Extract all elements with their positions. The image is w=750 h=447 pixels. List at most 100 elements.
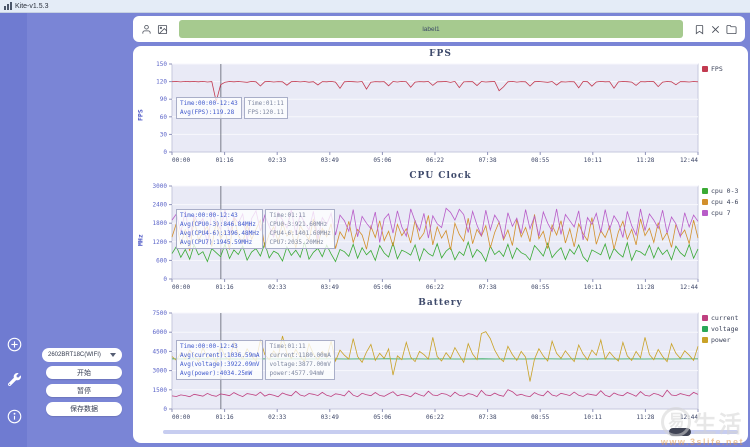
legend-swatch xyxy=(702,66,708,72)
svg-text:03:49: 03:49 xyxy=(321,284,339,291)
chart-tooltips: Time:00:00-12:43Avg(FPS):119.28Time:01:1… xyxy=(176,97,288,119)
pause-button[interactable]: 暂停 xyxy=(46,384,122,397)
screenshot-button[interactable] xyxy=(157,24,168,35)
label-input[interactable]: label1 xyxy=(179,20,683,38)
bookmark-button[interactable] xyxy=(694,24,705,35)
device-select[interactable]: 2602BRT18C(WIFI) xyxy=(42,348,122,362)
svg-text:60: 60 xyxy=(160,114,168,121)
chart-tooltip-cursor: Time:01:11FPS:120.11 xyxy=(244,97,288,119)
svg-text:06:22: 06:22 xyxy=(426,414,444,421)
svg-text:08:55: 08:55 xyxy=(531,414,549,421)
svg-text:06:22: 06:22 xyxy=(426,284,444,291)
start-button[interactable]: 开始 xyxy=(46,366,122,379)
user-button[interactable] xyxy=(141,24,152,35)
add-icon xyxy=(7,337,22,352)
svg-text:11:28: 11:28 xyxy=(636,157,654,164)
svg-text:0: 0 xyxy=(163,276,167,283)
svg-text:02:33: 02:33 xyxy=(268,414,286,421)
svg-text:0: 0 xyxy=(163,406,167,413)
svg-text:10:11: 10:11 xyxy=(584,414,602,421)
chart-tooltip-range: Time:00:00-12:43Avg(current):1036.59mAAv… xyxy=(176,340,263,380)
svg-text:12:44: 12:44 xyxy=(680,414,698,421)
legend-item-current[interactable]: current xyxy=(702,314,748,322)
cpu-clock-chart: CPU Clock MHz 0600120018002400300000:000… xyxy=(133,170,748,297)
fps-chart: FPS FPS 030609012015000:0001:1602:3303:4… xyxy=(133,48,748,170)
svg-text:07:38: 07:38 xyxy=(479,284,497,291)
svg-text:600: 600 xyxy=(156,257,167,264)
window-title: Kite-v1.5.3 xyxy=(15,3,48,10)
folder-icon xyxy=(726,24,737,35)
svg-text:1800: 1800 xyxy=(153,220,168,227)
app-logo-icon xyxy=(4,2,12,10)
svg-text:4500: 4500 xyxy=(153,348,168,355)
chart-tooltips: Time:00:00-12:43Avg(CPU0-3):846.84MHzAvg… xyxy=(176,209,335,249)
legend-label: cpu 4-6 xyxy=(711,198,738,206)
svg-text:00:00: 00:00 xyxy=(172,157,190,164)
app-body: 2602BRT18C(WIFI) 开始 暂停 保存数据 label1 xyxy=(0,13,750,447)
svg-text:7500: 7500 xyxy=(153,310,168,317)
legend-swatch xyxy=(702,199,708,205)
svg-text:3000: 3000 xyxy=(153,183,168,190)
svg-text:90: 90 xyxy=(160,96,168,103)
svg-text:120: 120 xyxy=(156,79,167,86)
left-rail xyxy=(0,13,27,447)
tools-button[interactable] xyxy=(6,371,22,387)
svg-text:30: 30 xyxy=(160,131,168,138)
image-icon xyxy=(157,24,168,35)
svg-text:3000: 3000 xyxy=(153,368,168,375)
legend-label: cpu 0-3 xyxy=(711,187,738,195)
chart-tooltip-range: Time:00:00-12:43Avg(CPU0-3):846.84MHzAvg… xyxy=(176,209,263,249)
add-button[interactable] xyxy=(6,336,22,352)
svg-text:03:49: 03:49 xyxy=(321,414,339,421)
svg-text:01:16: 01:16 xyxy=(216,414,234,421)
info-button[interactable] xyxy=(6,408,22,424)
device-select-value: 2602BRT18C(WIFI) xyxy=(48,352,101,358)
info-icon xyxy=(7,409,22,424)
chart-legend: cpu 0-3 cpu 4-6 cpu 7 xyxy=(702,183,748,297)
legend-item-cpu 7[interactable]: cpu 7 xyxy=(702,209,748,217)
y-axis-label: MHz xyxy=(135,183,146,297)
charts-panel: FPS FPS 0 30 60 90 120 150 00:00 01:16 02:33 03:4… xyxy=(133,46,748,443)
legend-swatch xyxy=(702,337,708,343)
svg-text:03:49: 03:49 xyxy=(321,157,339,164)
chart-title: Battery xyxy=(133,297,748,310)
svg-text:08:55: 08:55 xyxy=(531,157,549,164)
svg-text:6000: 6000 xyxy=(153,329,168,336)
save-data-button[interactable]: 保存数据 xyxy=(46,402,122,416)
open-folder-button[interactable] xyxy=(726,24,737,35)
y-axis-label: FPS xyxy=(135,61,146,170)
chart-legend: FPS xyxy=(702,61,748,170)
top-toolbar: label1 xyxy=(133,16,745,42)
clear-button[interactable] xyxy=(710,24,721,35)
legend-item-cpu 4-6[interactable]: cpu 4-6 xyxy=(702,198,748,206)
svg-text:08:55: 08:55 xyxy=(531,284,549,291)
bookmark-icon xyxy=(694,24,705,35)
svg-text:02:33: 02:33 xyxy=(268,284,286,291)
legend-swatch xyxy=(702,210,708,216)
svg-text:05:06: 05:06 xyxy=(373,157,391,164)
svg-text:07:38: 07:38 xyxy=(479,414,497,421)
legend-label: cpu 7 xyxy=(711,209,731,217)
scrollbar-thumb[interactable] xyxy=(669,428,691,436)
horizontal-scrollbar[interactable] xyxy=(163,430,738,434)
legend-item-power[interactable]: power xyxy=(702,336,748,344)
chart-tooltips: Time:00:00-12:43Avg(current):1036.59mAAv… xyxy=(176,340,335,380)
legend-label: FPS xyxy=(711,65,723,73)
wrench-icon xyxy=(8,373,21,386)
chart-tooltip-range: Time:00:00-12:43Avg(FPS):119.28 xyxy=(176,97,242,119)
svg-text:11:28: 11:28 xyxy=(636,414,654,421)
clear-icon xyxy=(710,24,721,35)
svg-text:07:38: 07:38 xyxy=(479,157,497,164)
svg-text:05:06: 05:06 xyxy=(373,284,391,291)
legend-item-cpu 0-3[interactable]: cpu 0-3 xyxy=(702,187,748,195)
y-axis-label xyxy=(135,310,146,427)
legend-item-FPS[interactable]: FPS xyxy=(702,65,748,73)
svg-text:00:00: 00:00 xyxy=(172,284,190,291)
chart-legend: current voltage power xyxy=(702,310,748,427)
svg-text:1500: 1500 xyxy=(153,387,168,394)
legend-item-voltage[interactable]: voltage xyxy=(702,325,748,333)
svg-text:2400: 2400 xyxy=(153,202,168,209)
chevron-down-icon xyxy=(110,353,116,357)
svg-text:150: 150 xyxy=(156,61,167,68)
legend-label: power xyxy=(711,336,731,344)
